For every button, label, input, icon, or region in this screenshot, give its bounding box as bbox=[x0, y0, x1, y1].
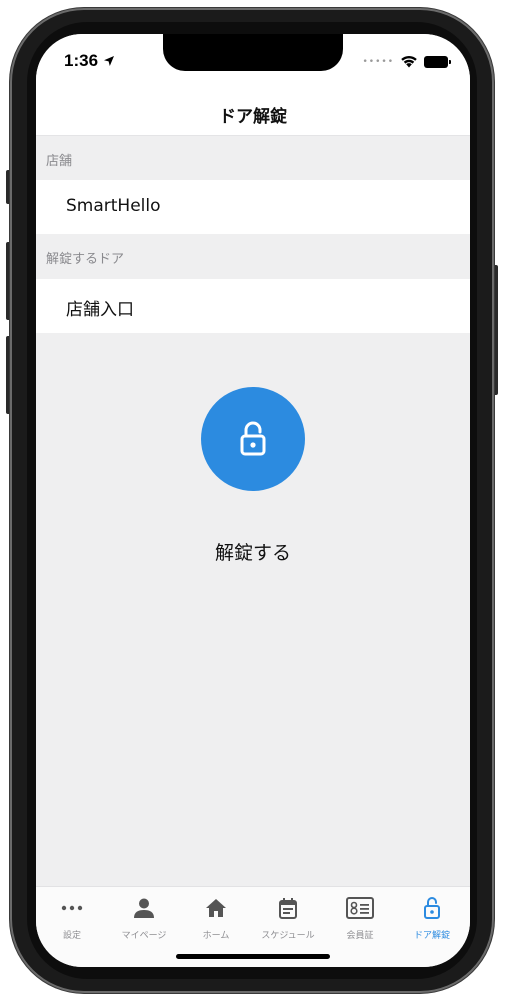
wifi-icon bbox=[401, 55, 417, 68]
status-time-text: 1:36 bbox=[64, 51, 99, 70]
calendar-icon bbox=[279, 898, 297, 919]
signal-dots-icon: ••••• bbox=[362, 56, 394, 67]
home-indicator[interactable] bbox=[176, 954, 330, 959]
member-card-icon bbox=[346, 897, 374, 919]
lock-open-icon bbox=[424, 897, 440, 919]
store-row[interactable]: SmartHello bbox=[36, 180, 470, 234]
door-row[interactable]: 店舗入口 bbox=[36, 279, 470, 333]
door-section-header: 解錠するドア bbox=[36, 234, 470, 278]
store-section-header: 店舗 bbox=[36, 136, 470, 180]
page-title: ドア解錠 bbox=[219, 107, 287, 127]
store-name: SmartHello bbox=[66, 196, 161, 216]
door-name: 店舗入口 bbox=[66, 300, 134, 320]
tab-member-card[interactable]: 会員証 bbox=[324, 887, 396, 947]
tab-door-unlock[interactable]: ドア解錠 bbox=[396, 887, 468, 947]
tab-schedule[interactable]: スケジュール bbox=[252, 887, 324, 947]
tab-label: スケジュール bbox=[261, 931, 315, 941]
tab-label: マイページ bbox=[121, 931, 167, 941]
tab-label: ドア解錠 bbox=[413, 931, 450, 941]
notch bbox=[163, 34, 343, 71]
store-section-label: 店舗 bbox=[46, 154, 73, 169]
unlock-button[interactable] bbox=[201, 387, 305, 491]
lock-open-icon bbox=[240, 421, 266, 456]
navigation-bar: ドア解錠 bbox=[36, 94, 470, 136]
app-screen: 1:36 ••••• ドア解錠 店舗 SmartHello 解錠するドア 店舗入… bbox=[36, 34, 470, 967]
tab-mypage[interactable]: マイページ bbox=[108, 887, 180, 947]
more-dots-icon bbox=[61, 905, 83, 911]
home-icon bbox=[206, 899, 226, 917]
tab-label: 会員証 bbox=[346, 931, 374, 941]
tab-label: ホーム bbox=[202, 931, 230, 941]
status-time: 1:36 bbox=[64, 51, 115, 71]
tab-label: 設定 bbox=[62, 931, 81, 941]
status-indicators: ••••• bbox=[362, 55, 451, 68]
location-arrow-icon bbox=[104, 56, 115, 66]
tab-settings[interactable]: 設定 bbox=[36, 887, 108, 947]
unlock-label: 解錠する bbox=[214, 542, 291, 564]
battery-icon bbox=[424, 55, 451, 68]
tab-home[interactable]: ホーム bbox=[180, 887, 252, 947]
door-section-label: 解錠するドア bbox=[46, 252, 125, 267]
person-icon bbox=[134, 898, 154, 918]
